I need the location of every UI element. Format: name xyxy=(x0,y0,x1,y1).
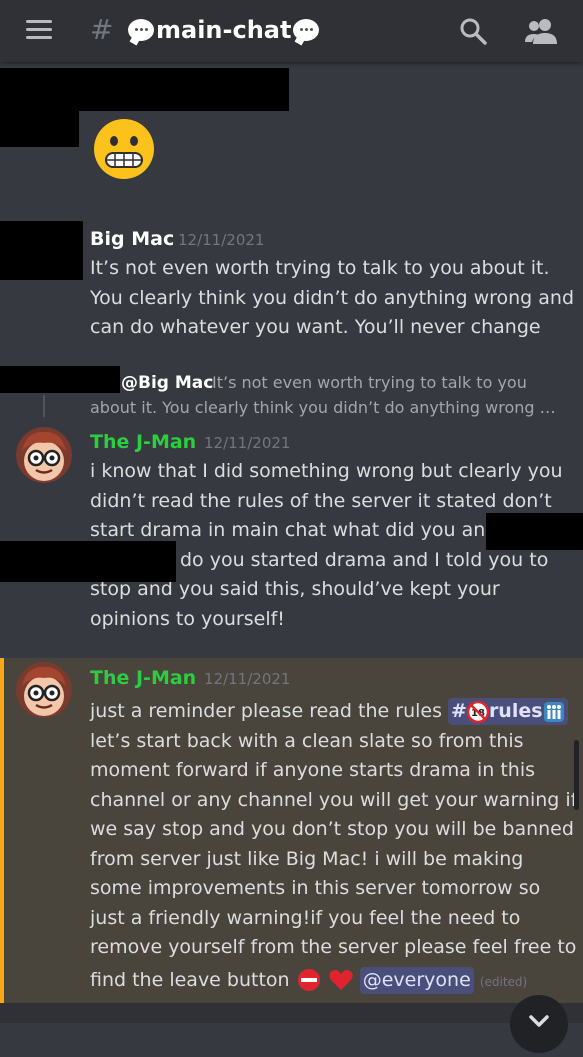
members-icon[interactable] xyxy=(524,16,558,46)
message-text: just a reminder please read the rules xyxy=(90,700,449,722)
message-line: remove yourself from the server please f… xyxy=(90,936,577,958)
redacted-block xyxy=(0,111,79,147)
message-line: moment forward if anyone starts drama in… xyxy=(90,759,536,781)
message-timestamp: 12/11/2021 xyxy=(204,434,291,452)
people-sign-icon xyxy=(543,701,564,722)
message-content: just a reminder please read the rules #1… xyxy=(90,697,577,997)
message-line: from server just like Big Mac! i will be… xyxy=(90,847,524,870)
reply-preview[interactable]: about it. You clearly think you didn’t d… xyxy=(90,397,556,419)
message-line: some improvements in this server tomorro… xyxy=(90,877,541,899)
scrollbar[interactable] xyxy=(574,740,579,810)
grimacing-face-emoji xyxy=(94,119,154,179)
message-line: didn’t read the rules of the server it s… xyxy=(90,489,552,512)
hamburger-menu-icon[interactable] xyxy=(26,20,52,40)
message-line: It’s not even worth trying to talk to yo… xyxy=(90,257,550,279)
message-line: just a friendly warning!if you feel the … xyxy=(90,906,521,929)
message-author[interactable]: Big Mac xyxy=(90,227,174,251)
channel-mention-hash: # xyxy=(451,700,467,722)
message-text: find the leave button xyxy=(90,968,290,991)
stop-sign-icon xyxy=(297,969,320,991)
redacted-name xyxy=(486,513,583,550)
message-timestamp: 12/11/2021 xyxy=(204,670,291,688)
message-line: can do whatever you want. You’ll never c… xyxy=(90,316,541,338)
message-line: You clearly think you didn’t do anything… xyxy=(90,286,575,309)
redacted-avatar xyxy=(0,221,83,280)
message-author[interactable]: The J-Man xyxy=(90,430,196,454)
message-line: opinions to yourself! xyxy=(90,607,285,630)
jump-to-present-button[interactable] xyxy=(510,995,568,1053)
search-icon[interactable] xyxy=(458,16,488,46)
channel-name: main-chat xyxy=(156,16,292,44)
message-line: let’s start back with a clean slate so f… xyxy=(90,729,524,752)
message-line: i know that I did something wrong but cl… xyxy=(90,460,563,482)
mention-highlight-bar xyxy=(0,658,4,1003)
reply-preview[interactable]: It’s not even worth trying to talk to yo… xyxy=(212,372,527,394)
channel-header: # main-chat xyxy=(0,0,583,62)
channel-mention-rules[interactable]: #18rules xyxy=(448,698,568,725)
everyone-mention[interactable]: @everyone xyxy=(359,966,474,994)
red-heart-icon xyxy=(328,970,353,990)
speech-bubble-icon xyxy=(128,19,154,41)
no-under-18-icon: 18 xyxy=(466,700,489,723)
edited-label: (edited) xyxy=(479,974,528,989)
redacted-block xyxy=(0,68,289,111)
redacted-name xyxy=(0,541,176,582)
message-author[interactable]: The J-Man xyxy=(90,666,196,690)
channel-mention-name: rules xyxy=(488,700,543,722)
message-line: find the leave button @everyone (edited) xyxy=(90,966,577,998)
jman-avatar[interactable] xyxy=(16,427,72,483)
reply-connector xyxy=(43,395,45,417)
channel-title: main-chat xyxy=(126,14,321,46)
channel-hash-icon: # xyxy=(90,13,114,46)
chevron-down-icon xyxy=(529,1015,549,1027)
bottom-bar xyxy=(0,1003,583,1023)
jman-avatar[interactable] xyxy=(16,662,72,718)
message-line: we say stop and you don’t stop you will … xyxy=(90,818,574,840)
message-line: channel or any channel you will get your… xyxy=(90,788,578,811)
message-content: It’s not even worth trying to talk to yo… xyxy=(90,254,574,343)
message-timestamp: 12/11/2021 xyxy=(178,231,265,249)
message-line: just a reminder please read the rules #1… xyxy=(90,697,577,727)
speech-bubble-icon xyxy=(293,19,320,41)
reply-author[interactable]: @Big Mac xyxy=(121,372,213,394)
redacted-reply-avatar xyxy=(0,366,120,393)
